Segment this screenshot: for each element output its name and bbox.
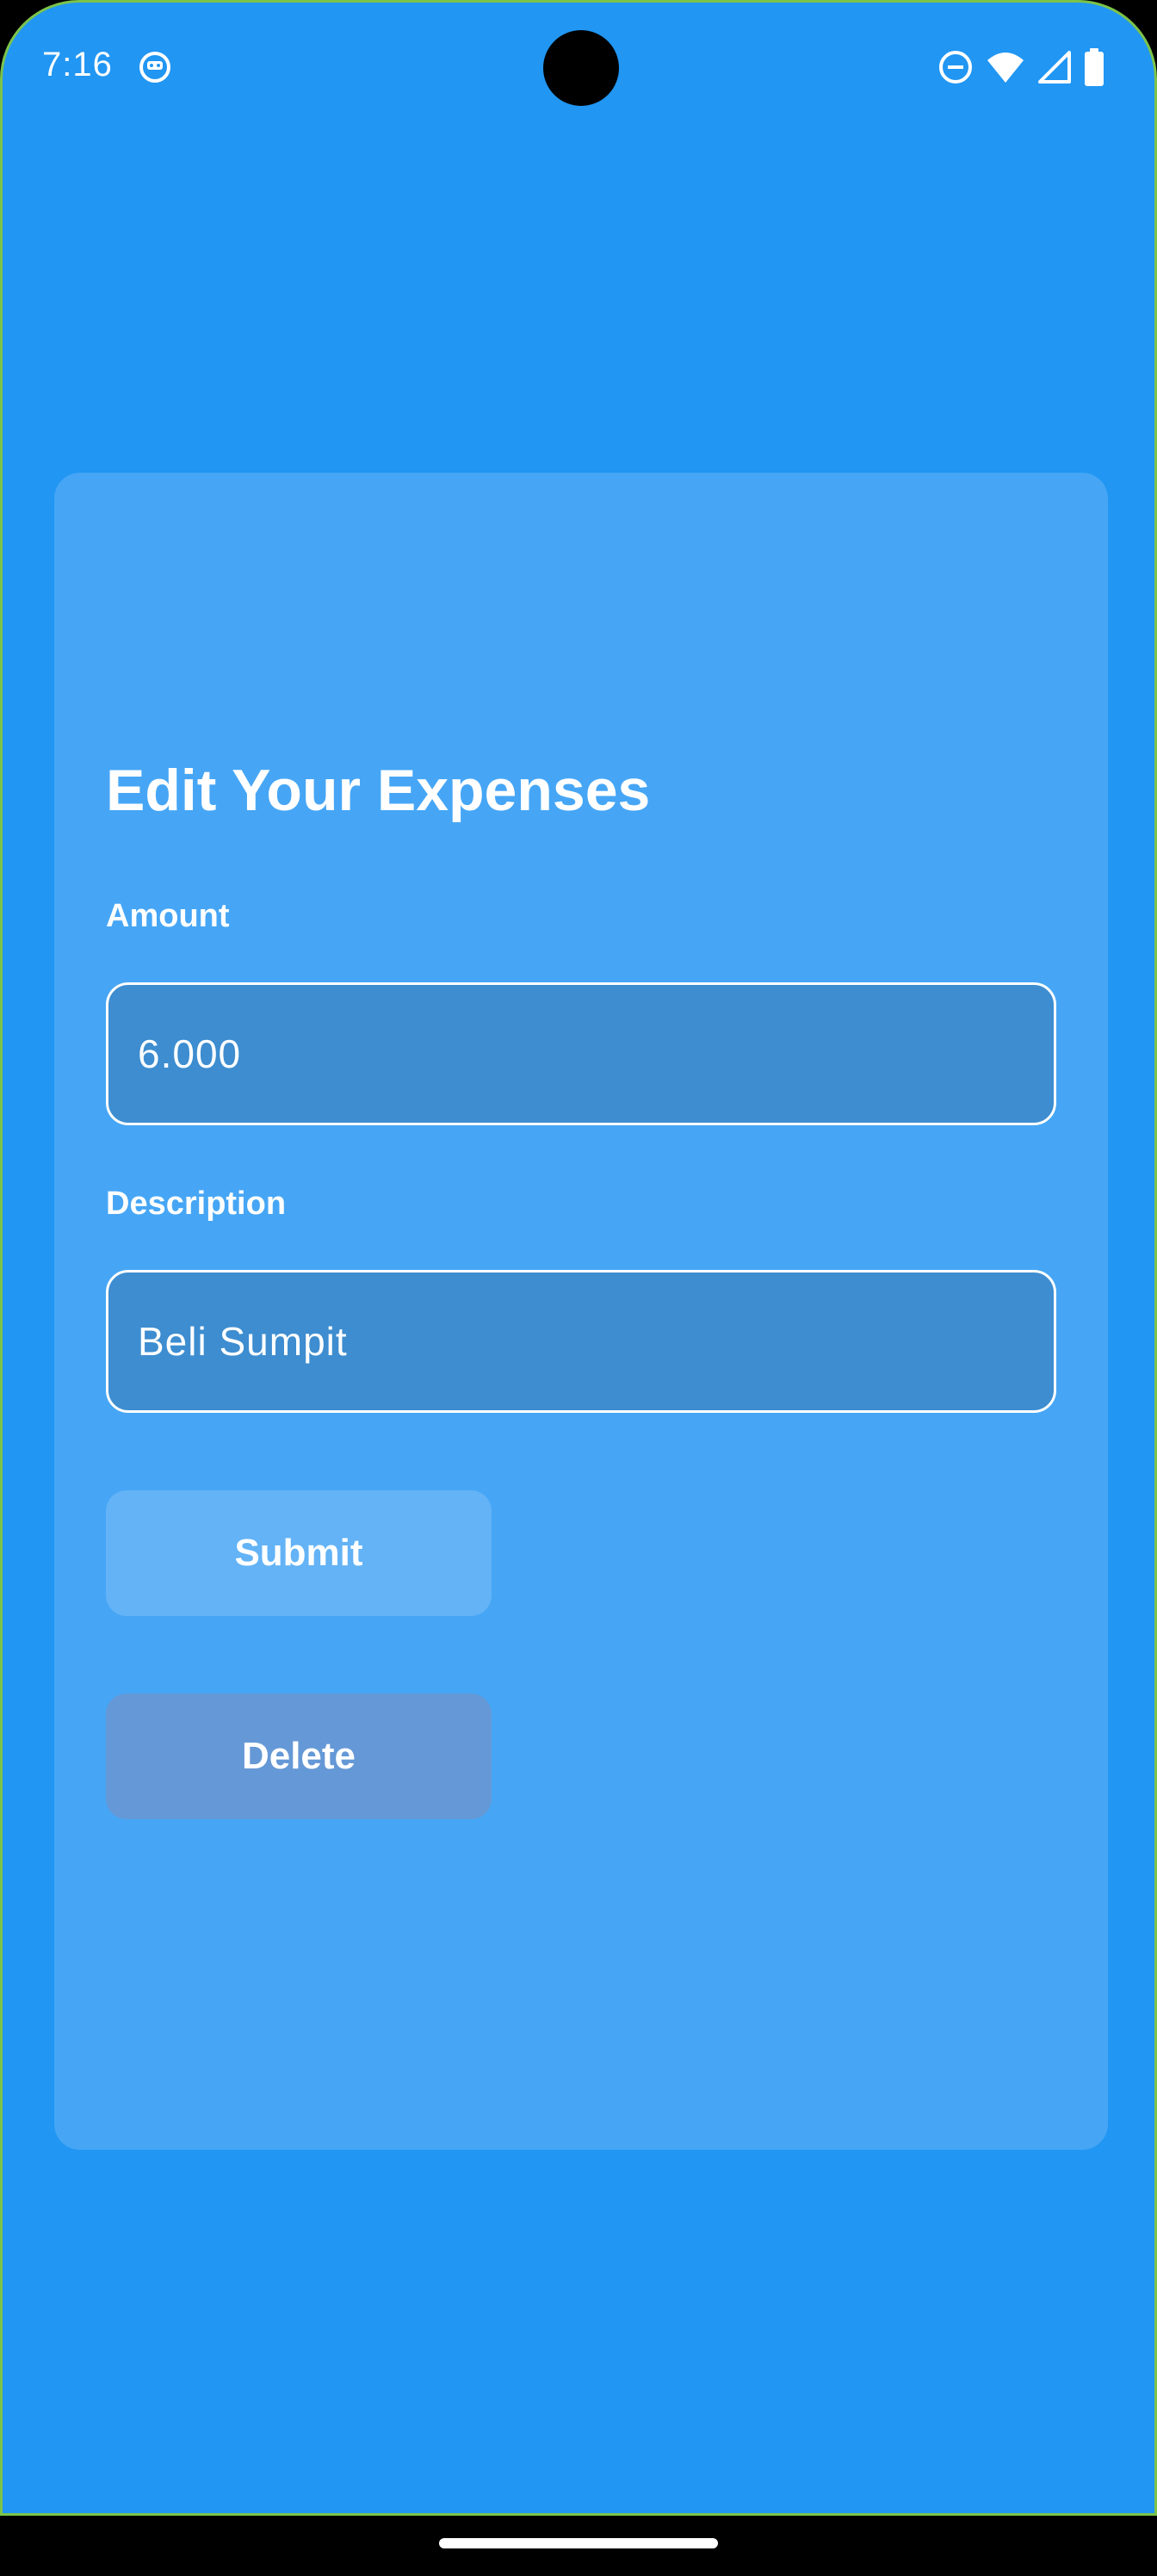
status-bar: 7:16: [3, 3, 1154, 132]
battery-icon: [1084, 48, 1104, 86]
edit-expense-card: Edit Your Expenses Amount 6.000 Descript…: [54, 473, 1108, 2150]
amount-input[interactable]: 6.000: [106, 982, 1056, 1125]
do-not-disturb-icon: [937, 49, 974, 85]
description-input[interactable]: Beli Sumpit: [106, 1270, 1056, 1413]
page-title: Edit Your Expenses: [106, 758, 651, 823]
status-icons: [937, 47, 1104, 87]
amount-label: Amount: [106, 898, 230, 934]
submit-button[interactable]: Submit: [106, 1490, 492, 1616]
delete-button[interactable]: Delete: [106, 1694, 492, 1819]
description-label: Description: [106, 1186, 287, 1222]
home-gesture-handle[interactable]: [439, 2538, 718, 2548]
cell-signal-icon: [1037, 50, 1072, 84]
wifi-icon: [986, 50, 1025, 84]
app-screen: 7:16 Edit Your Expenses Amount 6.000 Des…: [0, 0, 1157, 2516]
status-time: 7:16: [42, 46, 113, 84]
camera-cutout: [543, 30, 619, 106]
app-notification-icon: [139, 51, 171, 84]
